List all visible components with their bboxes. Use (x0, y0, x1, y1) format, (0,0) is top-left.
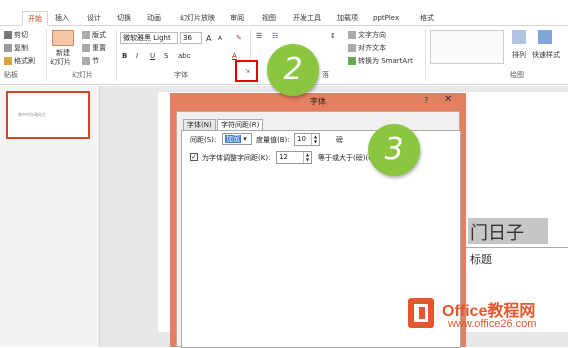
close-icon[interactable]: ✕ (444, 94, 452, 105)
office-logo-icon (408, 298, 434, 328)
quick-styles-label[interactable]: 快速样式 (532, 50, 560, 60)
tab-home[interactable]: 开始 (22, 11, 48, 26)
ribbon-tab-bar: 开始 插入 设计 切换 动画 幻灯片放映 审阅 视图 开发工具 加载项 pptP… (0, 0, 568, 26)
arrange-icon[interactable] (512, 30, 526, 44)
tab-slideshow[interactable]: 幻灯片放映 (175, 11, 220, 26)
bullets-icon[interactable]: ☰ (256, 32, 262, 40)
arrange-label[interactable]: 排列 (512, 50, 526, 60)
tab-view[interactable]: 视图 (257, 11, 281, 26)
copy-button[interactable]: 复制 (4, 43, 28, 53)
spacing-value: 加宽 (225, 135, 241, 143)
kerning-label: 为字体调整字间距(K): (202, 154, 271, 162)
reset-icon (82, 44, 90, 52)
slide-thumbnail[interactable]: 各中代在政向大 (6, 91, 90, 139)
line-spacing-icon[interactable]: ↕ (330, 32, 336, 40)
align-text-label: 对齐文本 (358, 44, 386, 52)
quick-styles-icon[interactable] (538, 30, 552, 44)
callout-step-3: 3 (368, 124, 420, 176)
reset-button[interactable]: 重置 (82, 43, 106, 53)
bold-icon[interactable]: B (122, 52, 127, 60)
font-size-select[interactable]: 36 (180, 32, 202, 44)
shapes-gallery[interactable] (430, 30, 504, 64)
layout-button[interactable]: 版式 (82, 30, 106, 40)
slide-title-text: 门日子 (470, 223, 524, 244)
spacing-label: 间距(S): (190, 136, 217, 144)
smartart-button[interactable]: 转换为 SmartArt (348, 56, 413, 66)
slides-group-label: 幻灯片 (72, 71, 93, 79)
tab-pptplex[interactable]: pptPlex (368, 11, 404, 26)
measure-label: 度量值(B): (256, 136, 290, 144)
align-text-button[interactable]: 对齐文本 (348, 43, 386, 53)
reset-label: 重置 (92, 44, 106, 52)
format-painter-button[interactable]: 格式刷 (4, 56, 35, 66)
new-slide-icon[interactable] (52, 30, 74, 46)
kerning-input[interactable]: 12 ▲ ▼ (276, 151, 312, 164)
font-group-label: 字体 (174, 71, 188, 79)
help-button[interactable]: ? (424, 96, 428, 105)
section-button[interactable]: 节 (82, 56, 99, 66)
smartart-label: 转换为 SmartArt (358, 57, 413, 65)
paragraph-group-label: 落 (322, 71, 329, 79)
kerning-checkbox[interactable]: ✓ (190, 153, 198, 161)
font-dialog-launcher-highlight[interactable]: ⇲ (235, 60, 258, 82)
measure-value: 10 (297, 135, 306, 143)
text-direction-button[interactable]: 文字方向 (348, 30, 386, 40)
kerning-value: 12 (279, 153, 288, 161)
font-family-select[interactable]: 微软雅黑 Light (120, 32, 178, 44)
unit-label: 磅 (336, 136, 343, 144)
tab-design[interactable]: 设计 (82, 11, 106, 26)
tab-format[interactable]: 格式 (415, 11, 439, 26)
separator (116, 29, 117, 81)
layout-icon (82, 31, 90, 39)
grow-font-button[interactable]: A (206, 34, 211, 43)
text-direction-label: 文字方向 (358, 31, 386, 39)
tab-insert[interactable]: 插入 (50, 11, 74, 26)
numbering-icon[interactable]: ☷ (272, 32, 278, 40)
brush-icon (4, 57, 12, 65)
separator (425, 29, 426, 81)
italic-icon[interactable]: I (136, 52, 138, 60)
office-logo-shape (414, 304, 428, 322)
tab-developer[interactable]: 开发工具 (288, 11, 326, 26)
font-color-icon[interactable]: A (232, 52, 237, 60)
format-painter-label: 格式刷 (14, 57, 35, 65)
layout-label: 版式 (92, 31, 106, 39)
cut-button[interactable]: 剪切 (4, 30, 28, 40)
callout-step-2: 2 (267, 44, 319, 96)
shrink-font-button[interactable]: A (218, 35, 222, 42)
new-slide-label-2[interactable]: 幻灯片 (50, 57, 71, 67)
drawing-group-label: 绘图 (510, 71, 524, 79)
thumbnail-text: 各中代在政向大 (18, 112, 46, 117)
spacing-select[interactable]: 加宽 ▾ (222, 133, 252, 145)
underline-icon[interactable]: U (150, 52, 155, 60)
text-direction-icon (348, 31, 356, 39)
thumbnail-pane: 各中代在政向大 (0, 86, 100, 347)
shadow-icon[interactable]: S (164, 52, 168, 60)
slide-subtitle: 标题 (470, 253, 492, 266)
strikethrough-icon[interactable]: abc (178, 52, 191, 60)
tab-review[interactable]: 审阅 (225, 11, 249, 26)
smartart-icon (348, 57, 356, 65)
cut-label: 剪切 (14, 31, 28, 39)
tab-addins[interactable]: 加载项 (332, 11, 363, 26)
clear-format-icon[interactable]: ✎ (236, 34, 242, 42)
slide-divider (466, 247, 568, 248)
watermark-url: www.office26.com (448, 318, 537, 330)
copy-icon (4, 44, 12, 52)
section-label: 节 (92, 57, 99, 65)
copy-label: 复制 (14, 44, 28, 52)
tab-animations[interactable]: 动画 (142, 11, 166, 26)
scissors-icon (4, 31, 12, 39)
launcher-icon: ⇲ (245, 68, 251, 75)
spinner-arrows[interactable]: ▲ ▼ (303, 152, 311, 163)
section-icon (82, 57, 90, 65)
measure-input[interactable]: 10 ▲ ▼ (294, 133, 320, 146)
tab-transitions[interactable]: 切换 (112, 11, 136, 26)
clipboard-group-label: 贴板 (4, 71, 18, 79)
dialog-title: 字体 (310, 97, 326, 106)
align-text-icon (348, 44, 356, 52)
separator (46, 29, 47, 81)
spinner-arrows[interactable]: ▲ ▼ (311, 134, 319, 145)
